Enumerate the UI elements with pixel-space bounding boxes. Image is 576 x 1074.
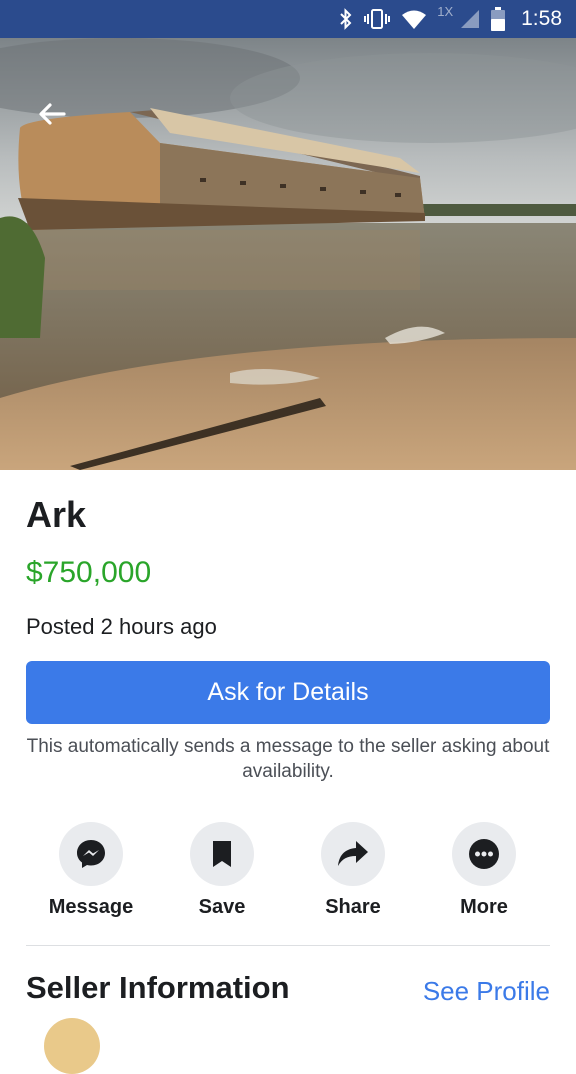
posted-time: Posted 2 hours ago — [26, 614, 217, 639]
listing-price: $750,000 — [26, 556, 152, 589]
more-label: More — [460, 896, 508, 918]
ask-for-details-button[interactable]: Ask for Details — [26, 661, 550, 724]
save-button[interactable]: Save — [162, 822, 282, 919]
bluetooth-icon — [340, 8, 352, 30]
listing-title: Ark — [26, 494, 87, 535]
seller-avatar[interactable] — [44, 1018, 100, 1074]
more-dots-icon — [469, 839, 499, 869]
back-button[interactable] — [30, 96, 74, 132]
message-circle — [59, 822, 123, 886]
listing-photo[interactable] — [0, 38, 576, 470]
wifi-icon — [402, 10, 427, 29]
network-type-label: 1X — [437, 3, 454, 19]
save-label: Save — [198, 896, 246, 918]
vibrate-icon — [364, 9, 391, 29]
seller-information-heading: Seller Information — [26, 970, 290, 1005]
signal-icon — [461, 10, 480, 28]
battery-icon — [491, 7, 506, 31]
status-bar: 1X 1:58 — [0, 0, 576, 38]
share-button[interactable]: Share — [293, 822, 413, 919]
action-bar: Message Save Share More — [0, 822, 576, 922]
see-profile-link[interactable]: See Profile — [423, 976, 550, 1007]
messenger-icon — [77, 840, 105, 868]
share-arrow-icon — [338, 841, 368, 866]
back-arrow-icon — [39, 103, 66, 125]
status-time: 1:58 — [521, 7, 562, 30]
ark-illustration — [0, 38, 576, 470]
share-circle — [321, 822, 385, 886]
bookmark-icon — [213, 841, 231, 867]
more-circle — [452, 822, 516, 886]
more-button[interactable]: More — [424, 822, 544, 919]
save-circle — [190, 822, 254, 886]
message-button[interactable]: Message — [31, 822, 151, 919]
section-divider — [26, 945, 550, 946]
ask-helper-text: This automatically sends a message to th… — [26, 736, 550, 782]
message-label: Message — [48, 896, 134, 918]
status-icons: 1X 1:58 — [339, 0, 562, 38]
share-label: Share — [325, 896, 381, 918]
